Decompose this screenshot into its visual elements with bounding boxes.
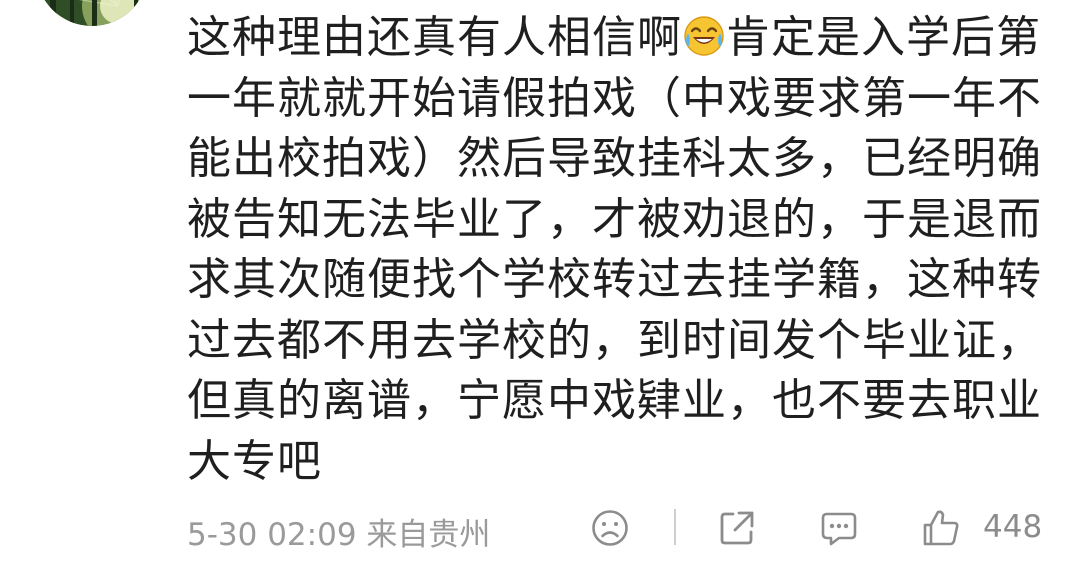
thumbs-up-icon (923, 510, 959, 546)
comment-meta-bar: 5-30 02:09 来自贵州 448 (187, 505, 1047, 553)
frown-face-icon (592, 510, 628, 546)
comment-text-part-2: 肯定是入学后第一年就就开始请假拍戏（中戏要求第一年不能出校拍戏）然后导致挂科太多… (187, 12, 1042, 487)
laugh-cry-emoji-icon (683, 15, 725, 57)
like-count: 448 (983, 509, 1043, 545)
like-button[interactable] (921, 508, 961, 548)
comment-text: 这种理由还真有人相信啊 肯定是入学后第一年就就开始请假拍戏（中戏要求第一年不能出… (187, 8, 1049, 492)
meta-divider (674, 509, 676, 545)
forest-sunlight-avatar-image (36, 0, 148, 26)
dislike-button[interactable] (590, 508, 630, 548)
comment-text-part-1: 这种理由还真有人相信啊 (187, 12, 682, 63)
comment-timestamp: 5-30 02:09 (187, 517, 357, 553)
reply-button[interactable] (819, 508, 859, 548)
comment-location: 来自贵州 (366, 517, 491, 553)
comment-meta-info: 5-30 02:09 来自贵州 (187, 509, 490, 554)
share-button[interactable] (717, 508, 757, 548)
avatar[interactable] (36, 0, 148, 26)
comment-icon (821, 512, 857, 546)
share-icon (720, 511, 754, 545)
